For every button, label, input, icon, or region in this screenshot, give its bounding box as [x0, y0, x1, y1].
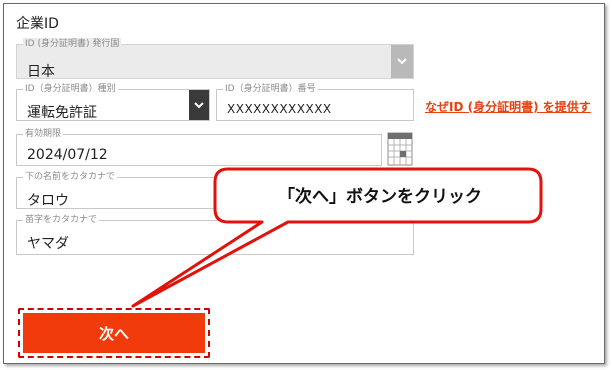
section-title: 企業ID: [16, 16, 59, 32]
expiry-label: 有効期限: [23, 128, 64, 140]
callout-text: 「次へ」ボタンをクリック: [278, 187, 482, 207]
id-type-select[interactable]: ID（身分証明書）種別 運転免許証: [16, 83, 210, 121]
id-type-label: ID（身分証明書）種別: [23, 83, 118, 95]
country-value: 日本: [27, 64, 55, 80]
id-number-input[interactable]: ID（身分証明書）番号 XXXXXXXXXXXX: [216, 83, 414, 121]
expiry-date-input[interactable]: 有効期限 2024/07/12: [16, 128, 382, 166]
last-name-value: ヤマダ: [27, 236, 69, 252]
last-name-kana-input[interactable]: 苗字をカタカナで ヤマダ: [16, 214, 414, 255]
country-label: ID (身分証明書) 発行国: [23, 38, 122, 50]
id-type-value: 運転免許証: [27, 105, 97, 121]
last-name-label: 苗字をカタカナで: [23, 214, 100, 226]
first-name-label: 下の名前をカタカナで: [23, 171, 118, 183]
chevron-down-icon[interactable]: [189, 90, 209, 120]
chevron-down-icon[interactable]: [391, 45, 413, 78]
first-name-value: タロウ: [27, 193, 69, 209]
id-number-label: ID（身分証明書）番号: [223, 83, 318, 95]
calendar-icon[interactable]: [387, 132, 413, 166]
expiry-value: 2024/07/12: [27, 147, 108, 163]
next-button[interactable]: 次へ: [23, 313, 205, 353]
id-number-value: XXXXXXXXXXXX: [227, 102, 332, 116]
country-select[interactable]: ID (身分証明書) 発行国 日本: [16, 38, 414, 80]
why-id-link[interactable]: なぜID (身分証明書) を提供す: [425, 98, 591, 115]
